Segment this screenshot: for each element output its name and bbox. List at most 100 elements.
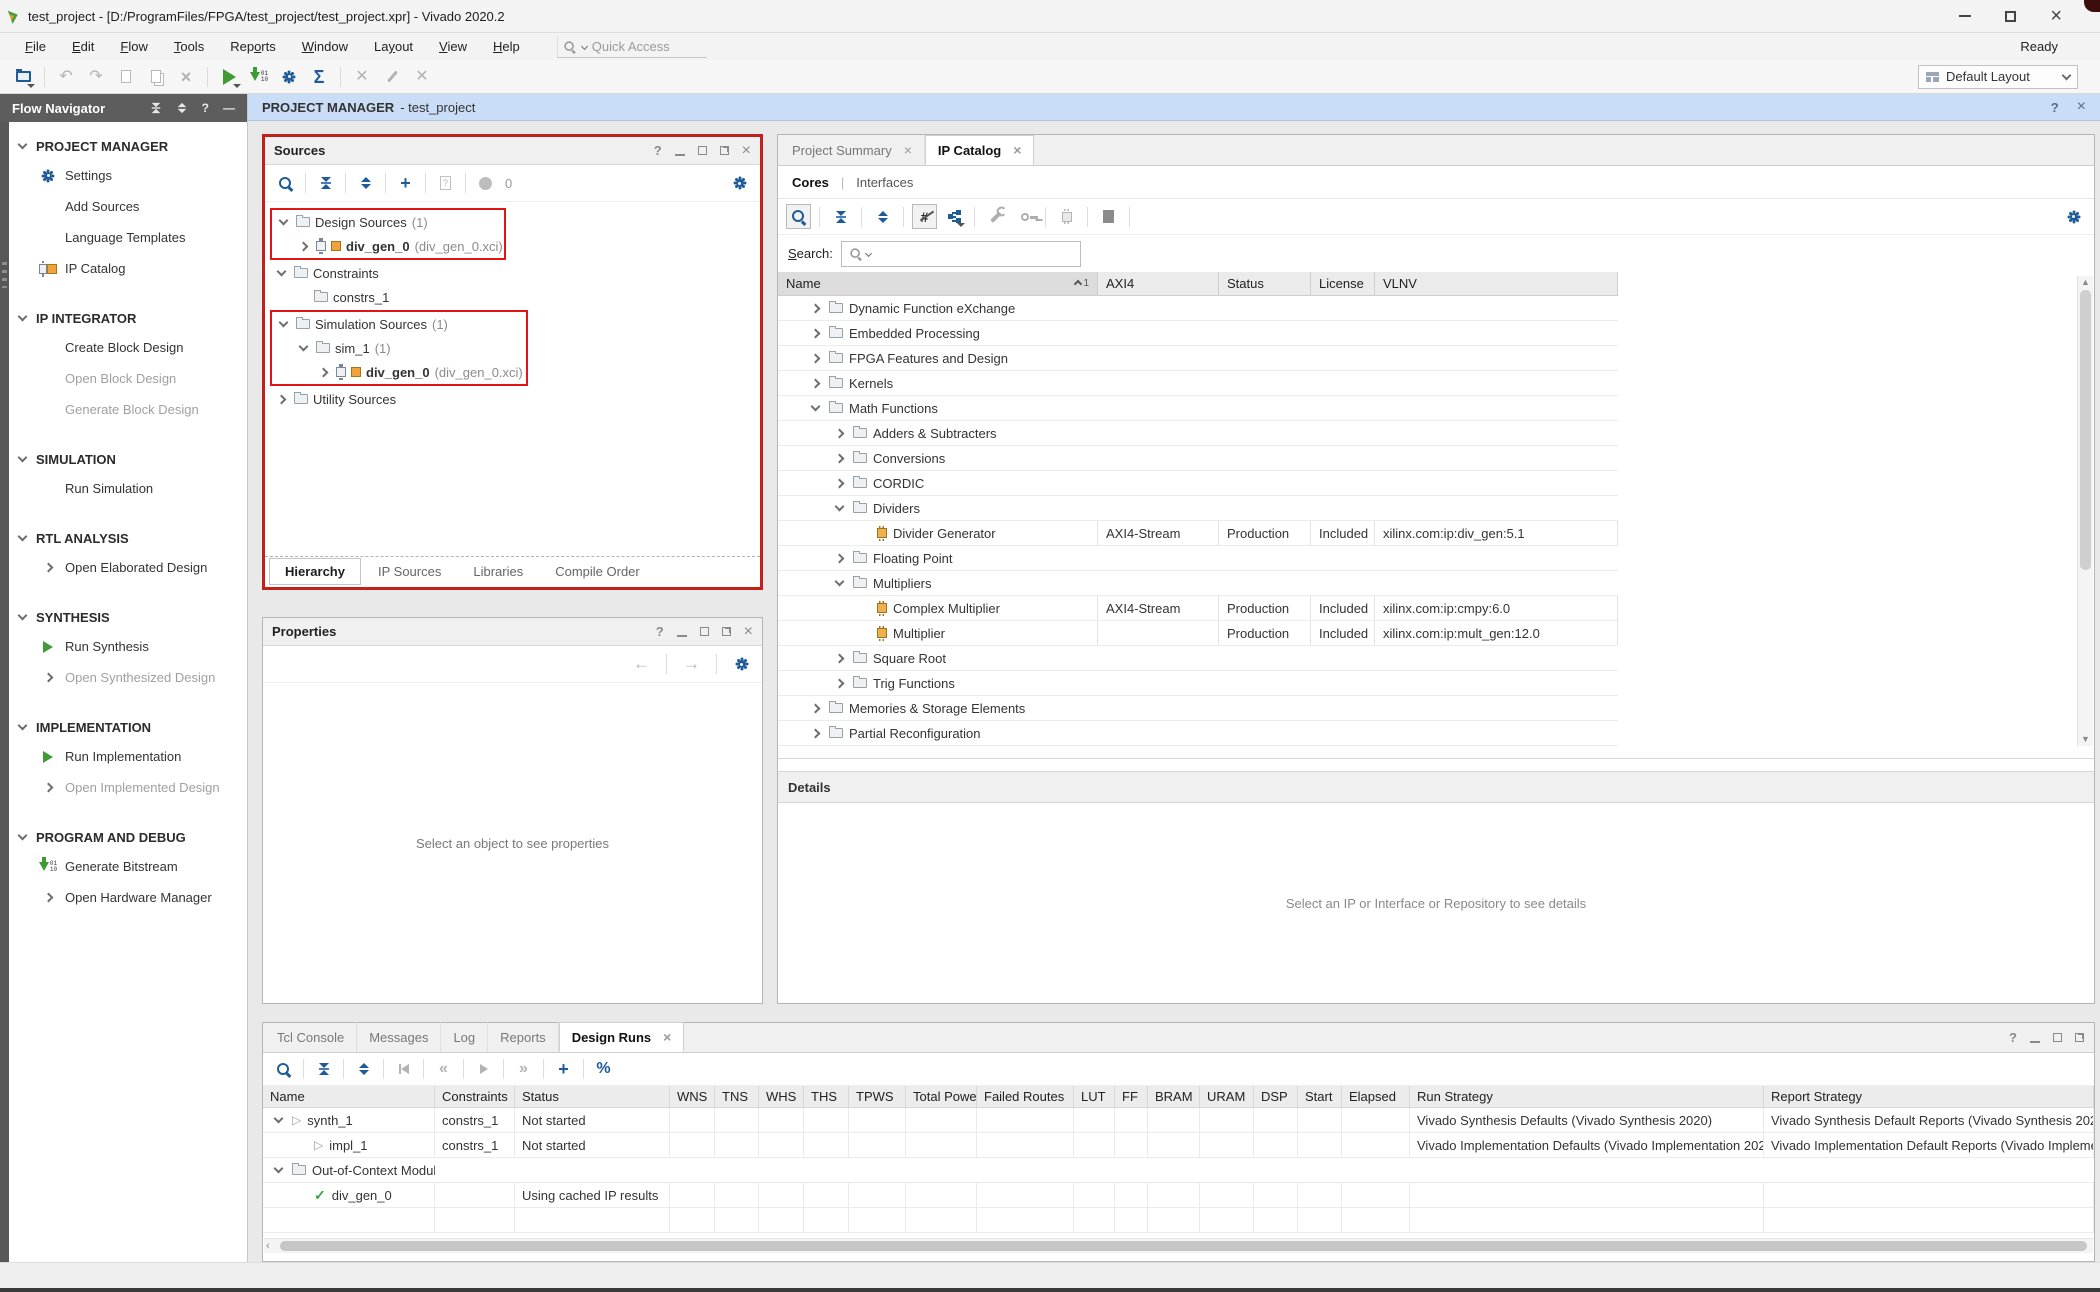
chevron-down-icon[interactable] (279, 216, 289, 226)
search-button[interactable] (271, 1057, 296, 1082)
create-run-button[interactable]: + (551, 1057, 576, 1082)
maximize-icon[interactable] (698, 146, 707, 155)
chevron-right-icon[interactable] (835, 678, 845, 688)
tab-project-summary[interactable]: Project Summary× (780, 135, 925, 165)
tree-item-sim-1[interactable]: sim_1 (1) (272, 336, 526, 360)
flow-item-open-implemented-design[interactable]: Open Implemented Design (9, 772, 247, 803)
menu-layout[interactable]: Layout (361, 35, 426, 58)
horizontal-scrollbar[interactable]: ‹ (264, 1238, 2093, 1253)
chevron-right-icon[interactable] (835, 478, 845, 488)
flow-item-open-block-design[interactable]: Open Block Design (9, 363, 247, 394)
collapse-all-button[interactable] (828, 204, 853, 229)
open-file-button[interactable]: ? (433, 171, 458, 196)
tree-item-utility-sources[interactable]: Utility Sources (270, 387, 760, 411)
sources-settings-button[interactable] (727, 171, 752, 196)
chevron-right-icon[interactable] (43, 783, 53, 793)
ip-row-math-functions[interactable]: Math Functions (778, 396, 1618, 421)
column-header-report-strategy[interactable]: Report Strategy (1764, 1086, 2094, 1107)
redo-button[interactable]: ↷ (83, 64, 109, 90)
tab-libraries[interactable]: Libraries (458, 559, 538, 584)
flow-item-generate-bitstream[interactable]: 0110Generate Bitstream (9, 851, 247, 882)
step-forward-button[interactable]: » (511, 1057, 536, 1082)
tab-tcl-console[interactable]: Tcl Console (265, 1022, 357, 1052)
maximize-button[interactable] (2005, 11, 2016, 22)
tab-design-runs[interactable]: Design Runs× (559, 1022, 685, 1052)
minimize-button[interactable] (1959, 15, 1971, 17)
ip-row-floating-point[interactable]: Floating Point (778, 546, 1618, 571)
settings-button[interactable] (276, 64, 302, 90)
column-header-lut[interactable]: LUT (1074, 1086, 1115, 1107)
column-header-name[interactable]: Name1 (778, 272, 1098, 295)
flow-item-generate-block-design[interactable]: Generate Block Design (9, 394, 247, 425)
ip-row-divider-generator[interactable]: Divider GeneratorAXI4-StreamProductionIn… (778, 521, 1618, 546)
scrollbar-thumb[interactable] (2080, 290, 2091, 570)
chevron-down-icon[interactable] (18, 611, 28, 621)
column-header-ths[interactable]: THS (804, 1086, 849, 1107)
column-header-elapsed[interactable]: Elapsed (1342, 1086, 1410, 1107)
scroll-down-icon[interactable]: ▼ (2080, 734, 2091, 745)
chevron-down-icon[interactable] (274, 1164, 284, 1174)
flow-item-open-elaborated-design[interactable]: Open Elaborated Design (9, 552, 247, 583)
tree-item-simulation-sources[interactable]: Simulation Sources (1) (272, 312, 526, 336)
ip-catalog-settings-button[interactable] (2061, 204, 2086, 229)
column-header-uram[interactable]: URAM (1200, 1086, 1254, 1107)
ip-info-button[interactable] (1096, 204, 1121, 229)
tab-ip-sources[interactable]: IP Sources (363, 559, 456, 584)
chevron-down-icon[interactable] (299, 342, 309, 352)
chevron-down-icon[interactable] (18, 721, 28, 731)
report-sum-button[interactable]: Σ (306, 64, 332, 90)
close-icon[interactable]: × (744, 623, 753, 641)
collapse-all-button[interactable] (311, 1057, 336, 1082)
column-header-total-power[interactable]: Total Power (906, 1086, 977, 1107)
step-back-button[interactable]: « (431, 1057, 456, 1082)
chevron-down-icon[interactable] (835, 502, 845, 512)
chevron-down-icon[interactable] (274, 1114, 284, 1124)
details-splitter[interactable] (778, 758, 2094, 759)
scroll-left-icon[interactable]: ‹ (266, 1240, 270, 1252)
collapse-all-button[interactable] (313, 171, 338, 196)
help-icon[interactable]: ? (656, 625, 664, 638)
tree-item-constrs-1[interactable]: constrs_1 (270, 285, 760, 309)
delete-button[interactable]: × (173, 64, 199, 90)
first-run-button[interactable] (391, 1057, 416, 1082)
column-header-wns[interactable]: WNS (670, 1086, 715, 1107)
chevron-right-icon[interactable] (835, 553, 845, 563)
column-header-tpws[interactable]: TPWS (849, 1086, 906, 1107)
close-icon[interactable]: × (742, 142, 751, 160)
ip-row-multipliers[interactable]: Multipliers (778, 571, 1618, 596)
column-header-vlnv[interactable]: VLNV (1375, 272, 1618, 295)
menu-view[interactable]: View (426, 35, 480, 58)
flow-section-header-synthesis[interactable]: SYNTHESIS (9, 603, 247, 631)
help-icon[interactable]: ? (202, 101, 209, 115)
menu-window[interactable]: Window (289, 35, 361, 58)
maximize-icon[interactable] (700, 627, 709, 636)
license-button[interactable] (1012, 204, 1037, 229)
chevron-down-icon[interactable] (835, 577, 845, 587)
ip-row-fpga-features-and-design[interactable]: FPGA Features and Design (778, 346, 1618, 371)
expand-all-button[interactable] (353, 171, 378, 196)
tree-item-div-gen-0[interactable]: div_gen_0 (div_gen_0.xci) (272, 234, 504, 258)
ip-row-adders-subtracters[interactable]: Adders & Subtracters (778, 421, 1618, 446)
flow-item-language-templates[interactable]: Language Templates (9, 222, 247, 253)
open-project-button[interactable] (10, 64, 36, 90)
ip-row-square-root[interactable]: Square Root (778, 646, 1618, 671)
flow-item-run-synthesis[interactable]: Run Synthesis (9, 631, 247, 662)
column-header-dsp[interactable]: DSP (1254, 1086, 1298, 1107)
search-button[interactable] (273, 171, 298, 196)
ip-settings-button[interactable] (1054, 204, 1079, 229)
ip-row-complex-multiplier[interactable]: Complex MultiplierAXI4-StreamProductionI… (778, 596, 1618, 621)
column-header-license[interactable]: License (1311, 272, 1375, 295)
flow-item-run-simulation[interactable]: Run Simulation (9, 473, 247, 504)
chevron-right-icon[interactable] (811, 728, 821, 738)
tab-log[interactable]: Log (441, 1022, 488, 1052)
clear-button[interactable]: ✕ (409, 64, 435, 90)
ip-row-dynamic-function-exchange[interactable]: Dynamic Function eXchange (778, 296, 1618, 321)
column-header-name[interactable]: Name (263, 1086, 435, 1107)
column-header-status[interactable]: Status (1219, 272, 1311, 295)
scroll-up-icon[interactable]: ▲ (2080, 277, 2091, 288)
undo-button[interactable]: ↶ (53, 64, 79, 90)
quick-access-search[interactable]: Quick Access (557, 36, 707, 58)
minimize-icon[interactable] (675, 154, 685, 156)
column-header-whs[interactable]: WHS (759, 1086, 804, 1107)
subtab-cores[interactable]: Cores (792, 175, 829, 190)
